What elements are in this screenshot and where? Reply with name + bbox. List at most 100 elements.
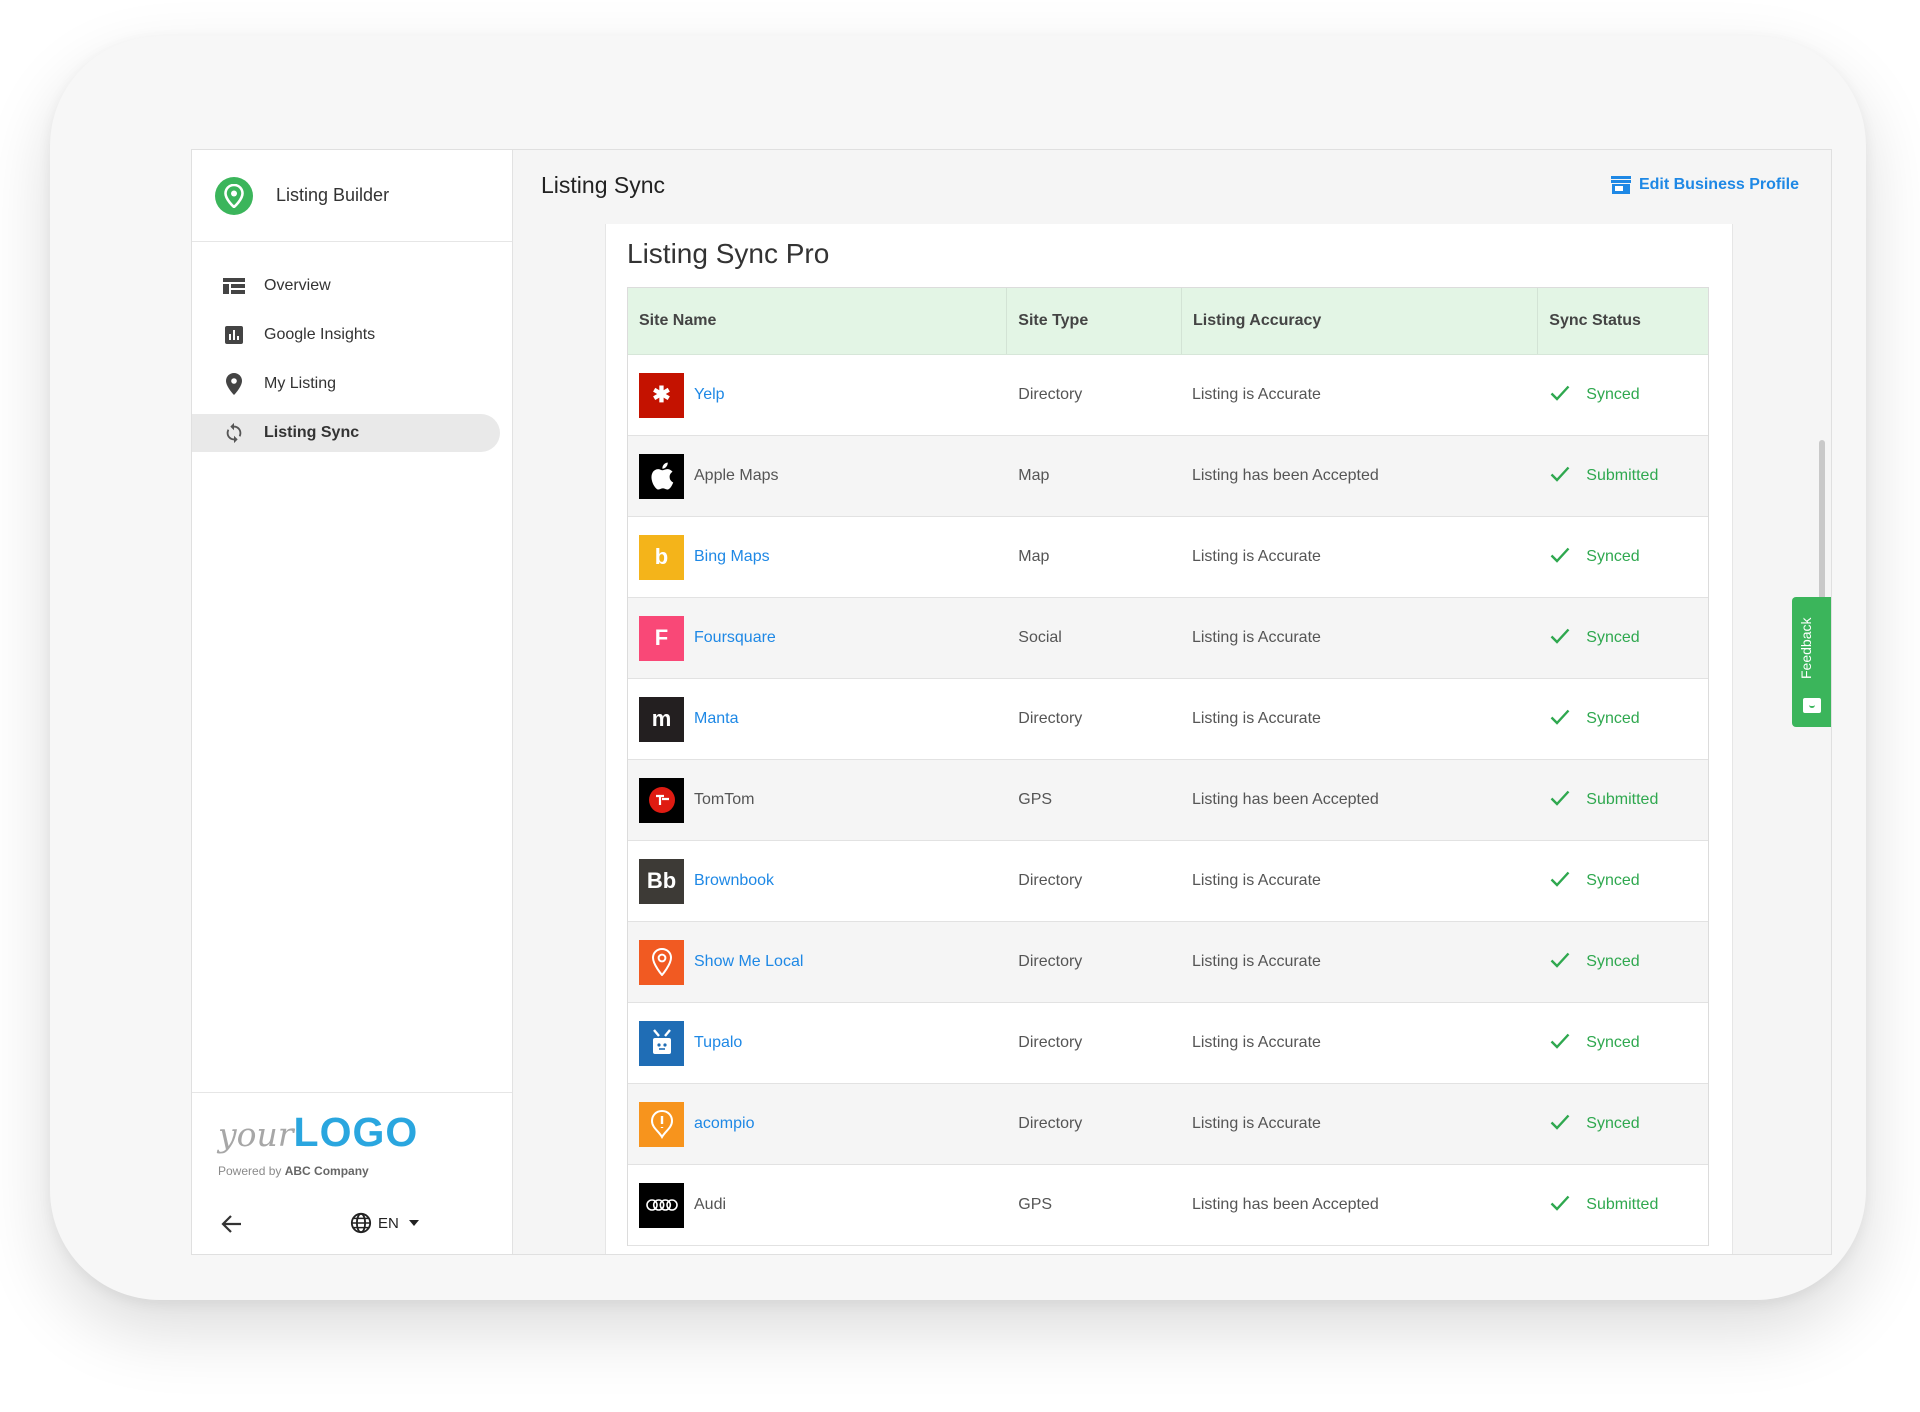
sidebar-item-label: Google Insights bbox=[264, 326, 376, 343]
cell-site-type: Directory bbox=[1018, 953, 1083, 970]
sync-status: Synced bbox=[1586, 548, 1640, 565]
table-row: Audi GPS Listing has been Accepted Submi… bbox=[628, 1165, 1708, 1246]
cell-listing-accuracy: Listing is Accurate bbox=[1191, 629, 1321, 646]
cell-site-name: Audi bbox=[628, 1165, 1007, 1245]
sync-status: Synced bbox=[1586, 710, 1640, 727]
column-header-sync-status[interactable]: Sync Status bbox=[1538, 288, 1708, 354]
app-window: Listing Builder Overview Google Insights bbox=[191, 149, 1832, 1255]
cell-site-type: Directory bbox=[1018, 1034, 1083, 1051]
sync-status: Synced bbox=[1586, 1115, 1640, 1132]
sidebar-item-my-listing[interactable]: My Listing bbox=[192, 365, 500, 403]
app-title: Listing Builder bbox=[276, 185, 390, 205]
check-icon bbox=[1550, 1195, 1570, 1216]
sync-table: Site Name Site Type Listing Accuracy Syn… bbox=[627, 287, 1709, 1246]
show-me-local-logo-icon bbox=[639, 939, 684, 985]
site-name[interactable]: Foursquare bbox=[694, 629, 776, 647]
cell-listing-accuracy: Listing has been Accepted bbox=[1191, 1196, 1379, 1213]
sidebar-item-google-insights[interactable]: Google Insights bbox=[192, 316, 500, 354]
globe-icon bbox=[350, 1212, 372, 1234]
check-icon bbox=[1550, 709, 1570, 730]
cell-listing-accuracy: Listing has been Accepted bbox=[1191, 467, 1379, 484]
brand-header: Listing Builder bbox=[192, 150, 512, 242]
scrollbar[interactable] bbox=[1819, 440, 1825, 600]
table-row: Show Me Local Directory Listing is Accur… bbox=[628, 922, 1708, 1003]
site-name[interactable]: Bing Maps bbox=[694, 548, 770, 566]
acompio-logo-icon bbox=[639, 1101, 684, 1147]
page-header: Listing Sync Edit Business Profile bbox=[514, 150, 1831, 224]
site-name[interactable]: Yelp bbox=[694, 386, 725, 404]
table-row: b Bing Maps Map Listing is Accurate Sync… bbox=[628, 517, 1708, 598]
dashboard-icon bbox=[222, 274, 246, 298]
foursquare-logo-icon: F bbox=[639, 615, 684, 661]
language-code: EN bbox=[378, 1214, 399, 1232]
cell-sync-status: Submitted bbox=[1538, 1165, 1708, 1245]
cell-listing-accuracy: Listing is Accurate bbox=[1191, 953, 1321, 970]
cell-site-name: Bb Brownbook bbox=[628, 841, 1007, 921]
sidebar-item-listing-sync[interactable]: Listing Sync bbox=[192, 414, 500, 452]
cell-sync-status: Synced bbox=[1538, 517, 1708, 597]
cell-site-name: Show Me Local bbox=[628, 922, 1007, 1002]
cell-sync-status: Synced bbox=[1538, 679, 1708, 759]
logo-big-text: LOGO bbox=[293, 1109, 419, 1155]
location-pin-icon bbox=[215, 176, 253, 215]
manta-logo-icon: m bbox=[639, 696, 684, 742]
cell-site-name: F Foursquare bbox=[628, 598, 1007, 678]
cell-site-name: b Bing Maps bbox=[628, 517, 1007, 597]
language-selector[interactable]: EN bbox=[350, 1212, 419, 1234]
site-name: Apple Maps bbox=[694, 467, 779, 484]
yelp-logo-icon: ✱ bbox=[639, 372, 684, 418]
card-title: Listing Sync Pro bbox=[627, 238, 830, 269]
cell-site-type: Map bbox=[1018, 467, 1050, 484]
cell-listing-accuracy: Listing has been Accepted bbox=[1191, 791, 1379, 808]
check-icon bbox=[1550, 628, 1570, 649]
table-row: m Manta Directory Listing is Accurate Sy… bbox=[628, 679, 1708, 760]
sync-status: Submitted bbox=[1586, 1196, 1659, 1213]
sync-status: Synced bbox=[1586, 629, 1640, 646]
check-icon bbox=[1550, 1033, 1570, 1054]
cell-site-name: Tupalo bbox=[628, 1003, 1007, 1083]
feedback-label: Feedback bbox=[1798, 617, 1814, 679]
site-name[interactable]: Brownbook bbox=[694, 872, 774, 890]
powered-by: Powered by ABC Company bbox=[218, 1164, 369, 1178]
check-icon bbox=[1550, 1114, 1570, 1135]
edit-business-profile-link[interactable]: Edit Business Profile bbox=[1610, 176, 1799, 194]
site-name[interactable]: acompio bbox=[694, 1115, 754, 1133]
table-body: ✱ Yelp Directory Listing is Accurate Syn… bbox=[628, 355, 1708, 1246]
cell-sync-status: Submitted bbox=[1538, 760, 1708, 840]
arrow-left-icon bbox=[221, 1215, 241, 1233]
table-header: Site Name Site Type Listing Accuracy Syn… bbox=[628, 288, 1708, 355]
sidebar-item-overview[interactable]: Overview bbox=[192, 267, 500, 305]
cell-listing-accuracy: Listing is Accurate bbox=[1191, 872, 1321, 889]
cell-listing-accuracy: Listing is Accurate bbox=[1191, 1034, 1321, 1051]
tupalo-logo-icon bbox=[639, 1020, 684, 1066]
tomtom-logo-icon bbox=[639, 777, 684, 823]
sidebar-item-label: Overview bbox=[264, 277, 331, 294]
brownbook-logo-icon: Bb bbox=[639, 858, 684, 904]
bar-chart-icon bbox=[222, 323, 246, 347]
back-button[interactable] bbox=[218, 1210, 246, 1238]
storefront-icon bbox=[1610, 176, 1631, 194]
powered-by-company: ABC Company bbox=[284, 1164, 369, 1178]
site-name[interactable]: Manta bbox=[694, 710, 738, 728]
cell-sync-status: Synced bbox=[1538, 922, 1708, 1002]
site-name: TomTom bbox=[694, 791, 755, 808]
sync-status: Synced bbox=[1586, 953, 1640, 970]
column-header-site-name[interactable]: Site Name bbox=[628, 288, 1008, 354]
cell-listing-accuracy: Listing is Accurate bbox=[1191, 1115, 1321, 1132]
cell-site-name: Apple Maps bbox=[628, 436, 1007, 516]
map-pin-icon bbox=[222, 372, 246, 396]
cell-listing-accuracy: Listing is Accurate bbox=[1191, 710, 1321, 727]
logo-your-text: your bbox=[218, 1115, 294, 1154]
sync-status: Synced bbox=[1586, 1034, 1640, 1051]
site-name[interactable]: Tupalo bbox=[694, 1034, 742, 1052]
column-header-listing-accuracy[interactable]: Listing Accuracy bbox=[1182, 288, 1539, 354]
sync-status: Synced bbox=[1586, 386, 1640, 403]
site-name[interactable]: Show Me Local bbox=[694, 953, 803, 971]
cell-site-type: GPS bbox=[1018, 1196, 1053, 1213]
cell-sync-status: Synced bbox=[1538, 355, 1708, 435]
check-icon bbox=[1550, 952, 1570, 973]
cell-site-name: acompio bbox=[628, 1084, 1007, 1164]
feedback-tab[interactable]: Feedback bbox=[1792, 597, 1831, 727]
column-header-site-type[interactable]: Site Type bbox=[1007, 288, 1182, 354]
table-row: acompio Directory Listing is Accurate Sy… bbox=[628, 1084, 1708, 1165]
